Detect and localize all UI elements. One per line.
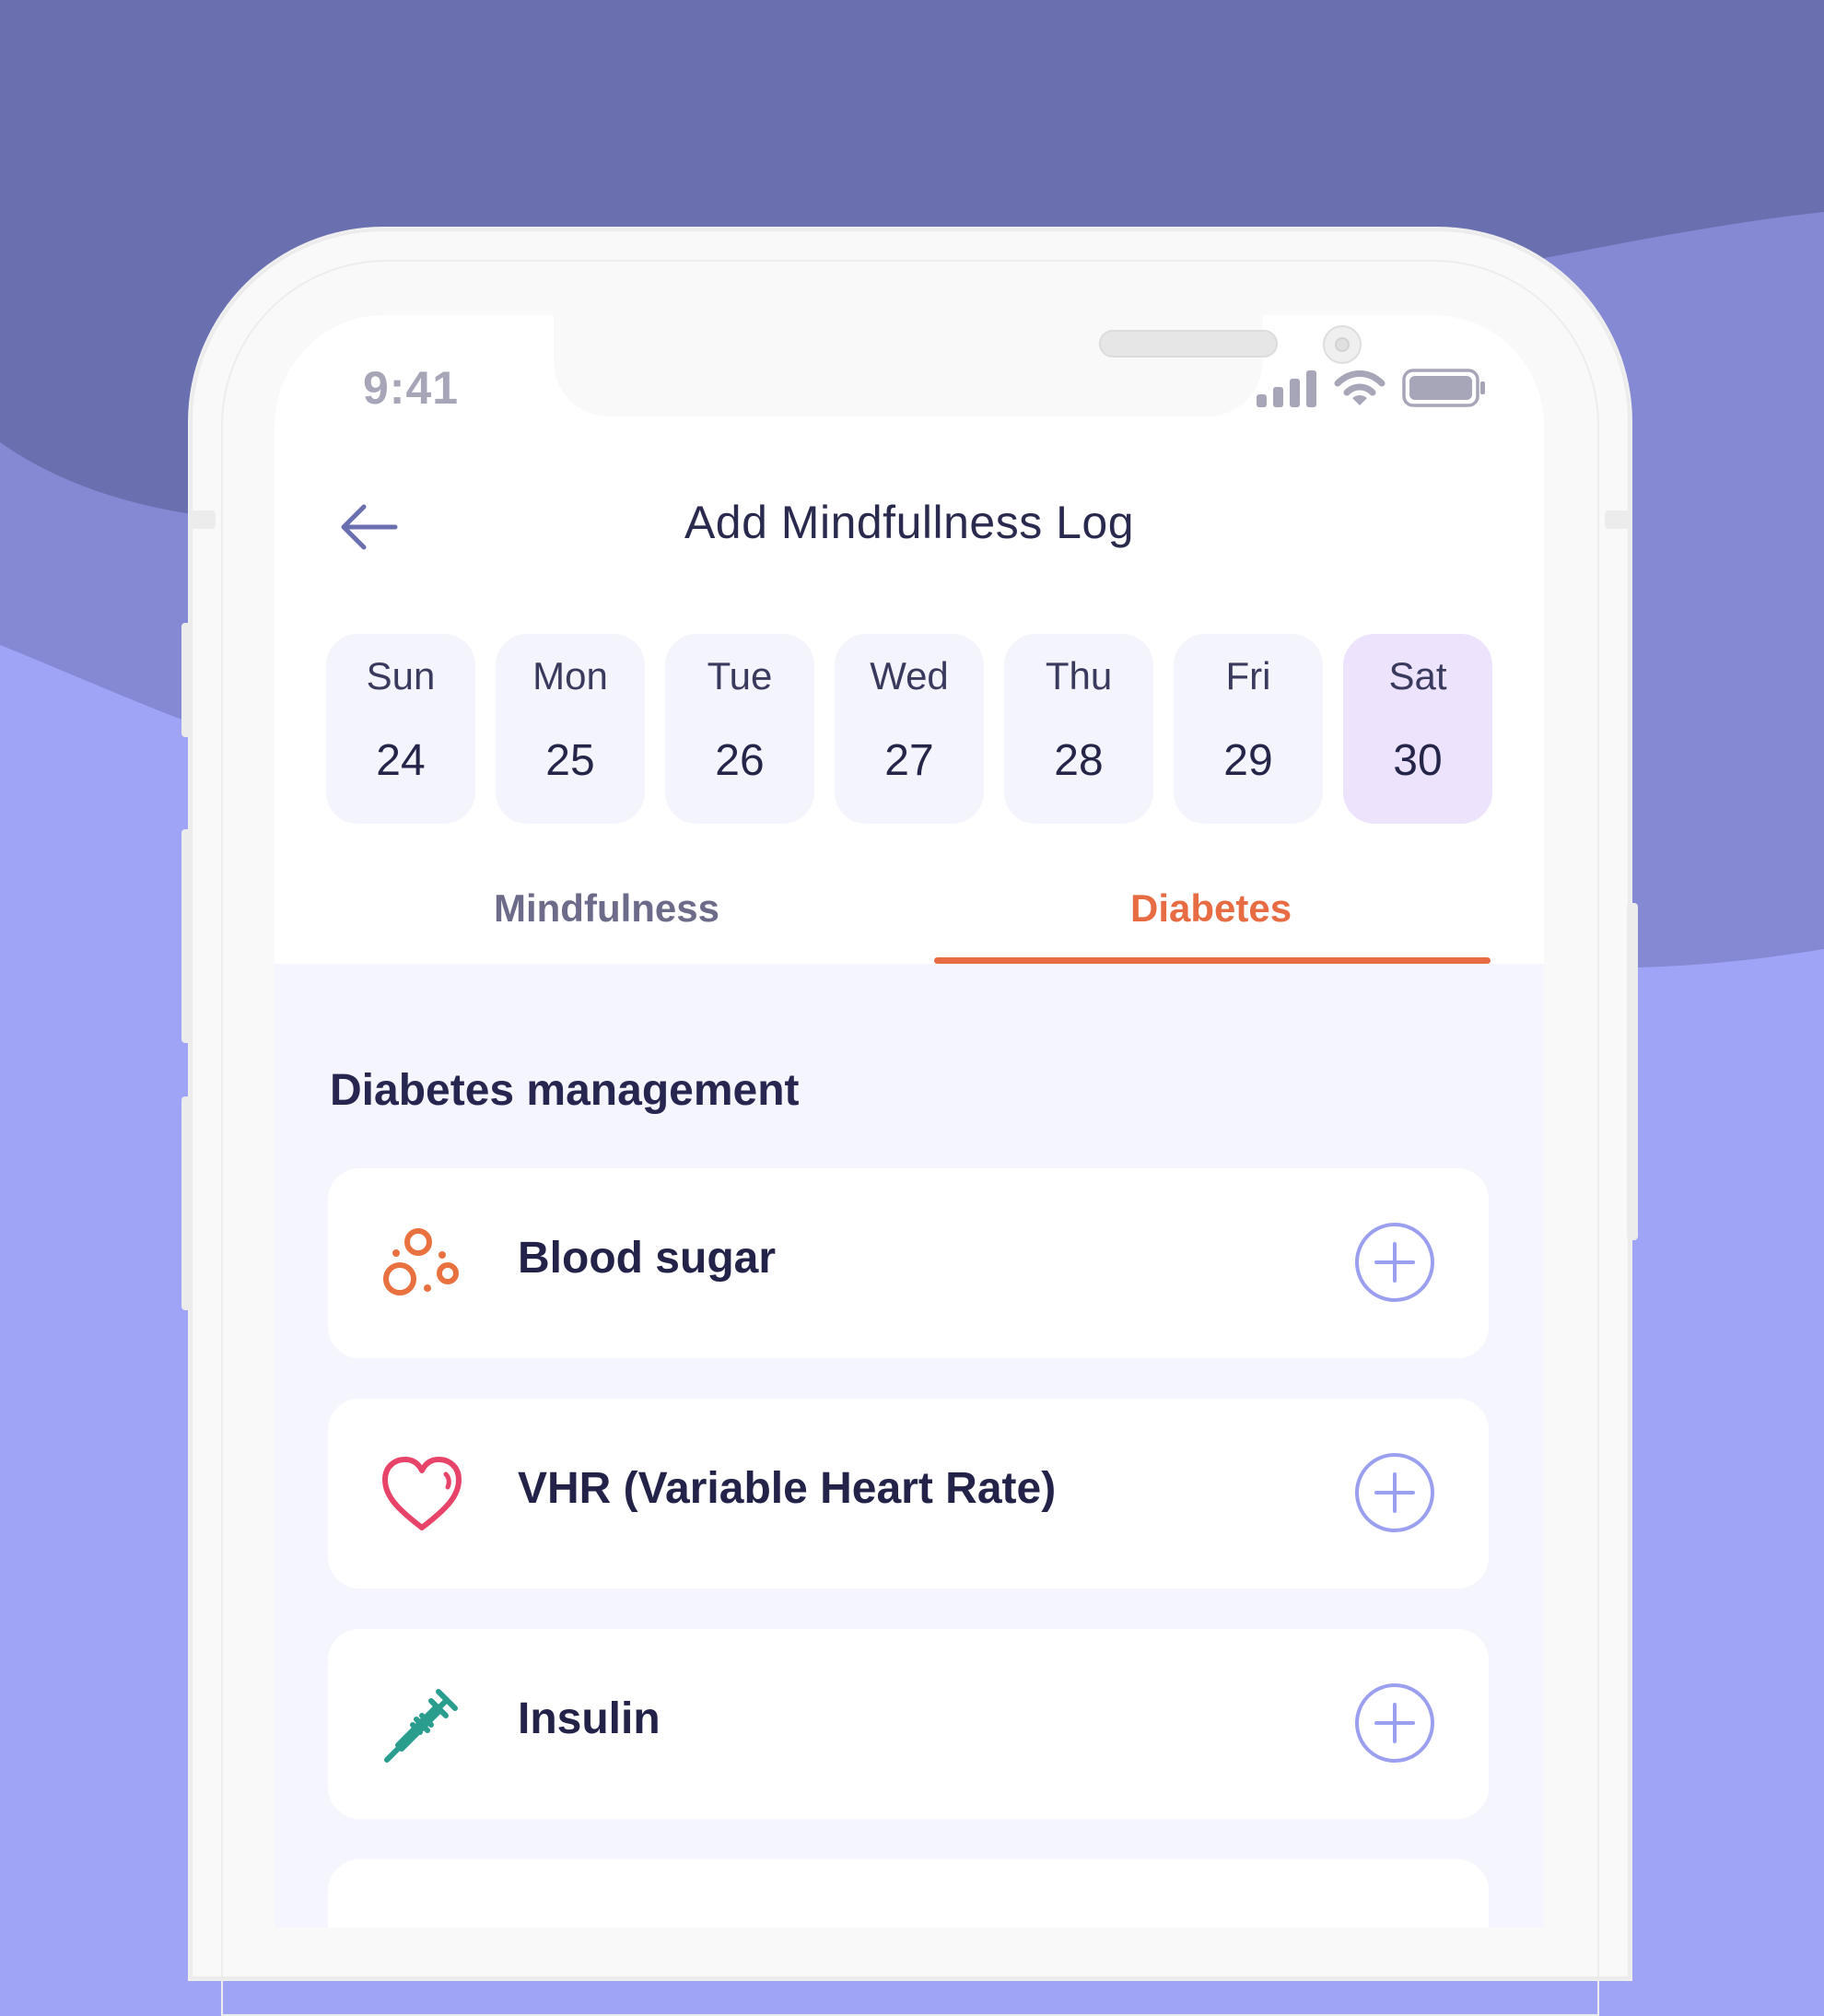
- add-circle-icon[interactable]: [1354, 1452, 1435, 1533]
- item-label: Insulin: [518, 1694, 661, 1743]
- cellular-signal-icon: [1257, 370, 1316, 407]
- phone-notch: [554, 315, 1362, 416]
- app-screen: 9:41 Add Mindfullness Log Sun 24 Mon 25 …: [275, 315, 1544, 1928]
- status-time: 9:41: [363, 362, 460, 414]
- add-circle-icon[interactable]: [1354, 1222, 1435, 1303]
- day-name: Wed: [870, 654, 949, 697]
- active-tab-indicator: [934, 957, 1491, 964]
- battery-icon: [1402, 369, 1485, 407]
- day-date: 25: [545, 736, 595, 785]
- day-date: 30: [1393, 736, 1443, 785]
- list-item-partial[interactable]: [328, 1859, 1489, 1928]
- status-icons: [1257, 369, 1487, 407]
- day-fri[interactable]: Fri 29: [1174, 634, 1323, 824]
- blood-drops-icon: [383, 1228, 459, 1295]
- item-label: Blood sugar: [518, 1234, 777, 1283]
- tab-diabetes[interactable]: Diabetes: [1130, 886, 1292, 931]
- phone-volume-down: [181, 1096, 193, 1310]
- day-sun[interactable]: Sun 24: [326, 634, 475, 824]
- list-item-blood-sugar[interactable]: Blood sugar: [328, 1168, 1489, 1358]
- day-date: 29: [1223, 736, 1273, 785]
- section-title: Diabetes management: [330, 1066, 800, 1115]
- list-item-insulin[interactable]: Insulin: [328, 1629, 1489, 1819]
- day-mon[interactable]: Mon 25: [496, 634, 645, 824]
- day-selector: Sun 24 Mon 25 Tue 26 Wed 27 Thu 28 Fri 2…: [326, 634, 1492, 824]
- day-wed[interactable]: Wed 27: [835, 634, 984, 824]
- day-date: 24: [376, 736, 426, 785]
- day-thu[interactable]: Thu 28: [1004, 634, 1153, 824]
- day-date: 28: [1054, 736, 1104, 785]
- day-name: Fri: [1225, 654, 1271, 697]
- day-name: Sun: [366, 654, 436, 697]
- day-sat[interactable]: Sat 30: [1343, 634, 1492, 824]
- phone-antenna-line-left: [190, 510, 216, 529]
- day-name: Thu: [1045, 654, 1113, 697]
- syringe-icon: [384, 1689, 458, 1763]
- item-label: VHR (Variable Heart Rate): [518, 1464, 1057, 1513]
- day-tue[interactable]: Tue 26: [665, 634, 814, 824]
- day-date: 27: [884, 736, 934, 785]
- front-camera: [1323, 325, 1362, 364]
- page-title: Add Mindfullness Log: [684, 497, 1135, 548]
- add-circle-icon[interactable]: [1354, 1682, 1435, 1764]
- tab-mindfulness[interactable]: Mindfulness: [494, 886, 719, 931]
- phone-antenna-line-right: [1605, 510, 1631, 529]
- day-name: Sat: [1388, 654, 1447, 697]
- tab-content: Diabetes management Blood sugar VHR (Var…: [275, 964, 1544, 1928]
- phone-side-button: [181, 623, 193, 737]
- wifi-icon: [1334, 370, 1386, 405]
- day-name: Tue: [707, 654, 773, 697]
- day-name: Mon: [532, 654, 608, 697]
- phone-power-button: [1627, 903, 1638, 1240]
- phone-volume-up: [181, 829, 193, 1043]
- day-date: 26: [715, 736, 765, 785]
- speaker-grille: [1099, 330, 1278, 357]
- list-item-vhr[interactable]: VHR (Variable Heart Rate): [328, 1399, 1489, 1588]
- heart-icon: [382, 1457, 462, 1530]
